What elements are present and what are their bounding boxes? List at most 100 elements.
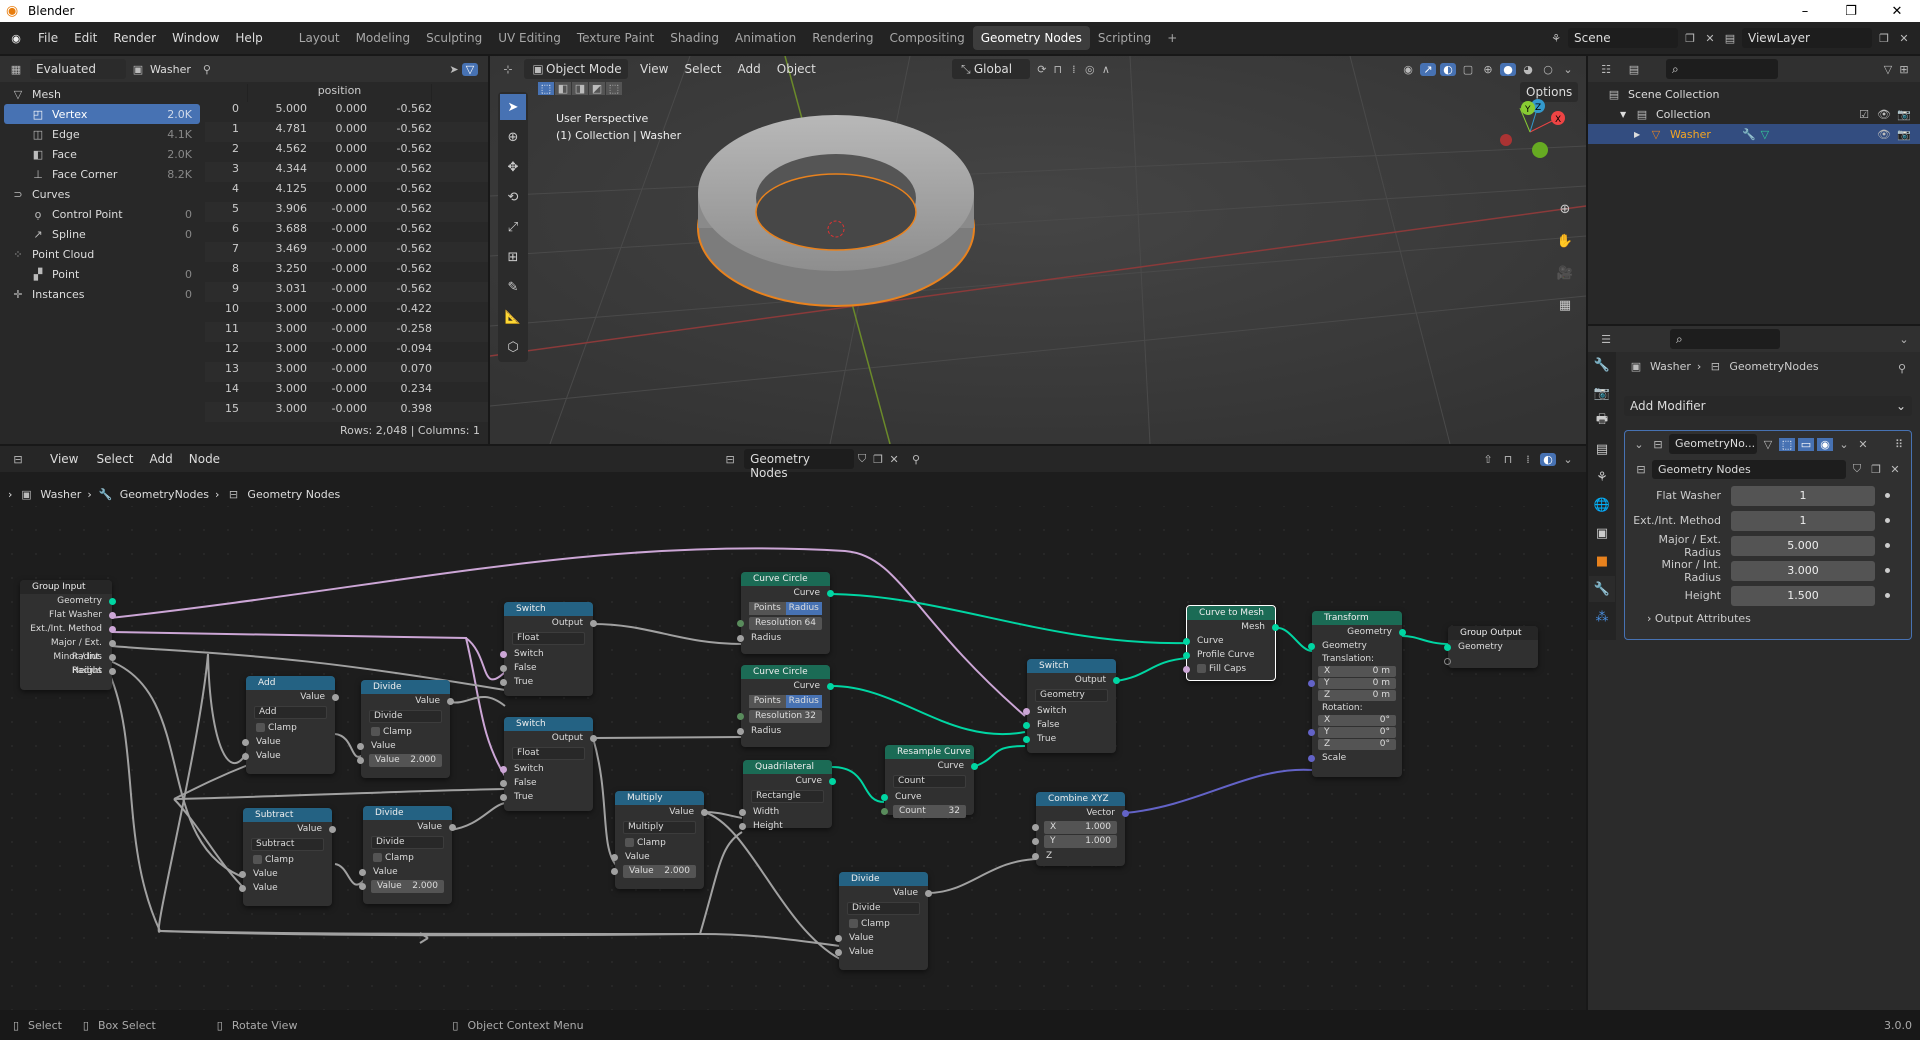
y-field[interactable]: Y 1.000 xyxy=(1032,835,1117,848)
properties-search-input[interactable]: ⌕ xyxy=(1670,329,1780,349)
integer-socket[interactable] xyxy=(737,620,744,627)
mode-radius-button[interactable]: Radius xyxy=(785,695,822,708)
selected-only-icon[interactable]: ➤ xyxy=(446,63,462,76)
gizmo-x-label[interactable]: X xyxy=(1555,115,1561,125)
blender-menu-icon[interactable]: ◉ xyxy=(8,32,24,45)
float-socket[interactable] xyxy=(500,780,507,787)
float-socket[interactable] xyxy=(359,883,366,890)
node-subtract[interactable]: Subtract Value Subtract Clamp Value Valu… xyxy=(239,808,336,906)
gizmo-toggle-icon[interactable]: ↗ xyxy=(1420,62,1436,76)
clamp-checkbox[interactable] xyxy=(256,723,265,732)
float-socket[interactable] xyxy=(357,743,364,750)
view-layer-tab-icon[interactable]: ▤ xyxy=(1589,436,1615,462)
geometry-socket[interactable] xyxy=(1272,624,1279,631)
resolution-field[interactable]: Resolution 32 xyxy=(737,710,822,723)
filter-icon[interactable]: ▽ xyxy=(462,62,478,76)
clamp-checkbox[interactable] xyxy=(625,838,634,847)
tab-modeling[interactable]: Modeling xyxy=(348,26,419,50)
viewport-menu-object[interactable]: Object xyxy=(769,62,824,76)
node-multiply[interactable]: Multiply Value Multiply Clamp Value Valu… xyxy=(611,791,708,889)
exclude-checkbox-icon[interactable]: ☑ xyxy=(1856,108,1872,121)
evaluation-mode-dropdown[interactable]: Evaluated xyxy=(30,59,126,79)
float-socket[interactable] xyxy=(239,885,246,892)
input-value-field[interactable]: 1 xyxy=(1731,510,1875,531)
float-socket[interactable] xyxy=(357,757,364,764)
float-socket[interactable] xyxy=(239,871,246,878)
tab-texture-paint[interactable]: Texture Paint xyxy=(569,26,662,50)
geometry-socket[interactable] xyxy=(827,590,834,597)
minimize-button[interactable]: – xyxy=(1782,4,1828,19)
vector-socket[interactable] xyxy=(1308,755,1315,762)
operation-dropdown[interactable]: Multiply xyxy=(623,821,696,834)
scale-tool-icon[interactable]: ⤢ xyxy=(500,214,526,240)
outliner-filter-icon[interactable]: ▽ xyxy=(1880,63,1896,76)
value-field[interactable]: Value 2.000 xyxy=(357,754,442,767)
pan-hand-icon[interactable]: ✋ xyxy=(1552,228,1578,254)
properties-editor-type-icon[interactable]: ☰ xyxy=(1598,333,1614,346)
geometry-socket[interactable] xyxy=(881,794,888,801)
rotation-x-field[interactable]: X 0° xyxy=(1318,715,1396,726)
input-value-field[interactable]: 3.000 xyxy=(1731,560,1875,581)
tab-sculpting[interactable]: Sculpting xyxy=(418,26,490,50)
float-socket[interactable] xyxy=(447,698,454,705)
node-curve-circle[interactable]: Curve Circle Curve Points Radius Resoluti… xyxy=(737,572,834,654)
domain-item-spline[interactable]: ↗ Spline 0 xyxy=(4,224,200,244)
tab-geometry-nodes[interactable]: Geometry Nodes xyxy=(972,26,1090,50)
snap-target-icon[interactable]: ⁞ xyxy=(1066,63,1082,76)
geometry-socket[interactable] xyxy=(109,598,116,605)
float-socket[interactable] xyxy=(449,824,456,831)
outliner-item-scene-collection[interactable]: ▤ Scene Collection xyxy=(1588,84,1920,104)
select-intersect-icon[interactable]: ⬚ xyxy=(606,82,622,95)
visibility-icon[interactable]: ◉ xyxy=(1400,63,1416,76)
eye-icon[interactable]: 👁 xyxy=(1876,128,1892,141)
measure-tool-icon[interactable]: 📐 xyxy=(500,304,526,330)
mode-dropdown[interactable]: Rectangle xyxy=(751,790,824,803)
snap-icon[interactable]: ⊓ xyxy=(1050,63,1066,76)
mode-dropdown[interactable]: Count xyxy=(893,775,966,788)
washer-mesh[interactable] xyxy=(697,115,975,307)
domain-item-point-cloud[interactable]: ⁘ Point Cloud xyxy=(4,244,200,264)
keyframe-dot-icon[interactable] xyxy=(1885,518,1890,523)
viewport-editor-type-icon[interactable]: ⊹ xyxy=(500,63,516,76)
outliner-editor-type-icon[interactable]: ☷ xyxy=(1598,63,1614,76)
domain-item-curves[interactable]: ⊃ Curves xyxy=(4,184,200,204)
expand-arrow-icon[interactable]: ▶ xyxy=(1634,130,1648,139)
domain-item-mesh[interactable]: ▽ Mesh xyxy=(4,84,200,104)
clamp-checkbox[interactable] xyxy=(373,853,382,862)
node-curve-circle[interactable]: Curve Circle Curve Points Radius Resoluti… xyxy=(737,665,834,747)
scene-tab-icon[interactable]: ⚘ xyxy=(1589,464,1615,490)
clamp-checkbox[interactable] xyxy=(253,855,262,864)
node-group-output[interactable]: Group Output Geometry xyxy=(1444,626,1538,668)
float-socket[interactable] xyxy=(925,890,932,897)
node-resample-curve[interactable]: Resample Curve Curve Count Curve Count 32 xyxy=(881,745,978,818)
mode-points-button[interactable]: Points xyxy=(749,695,786,708)
overlay-toggle-icon[interactable]: ◐ xyxy=(1440,62,1456,76)
node-editor[interactable]: ⊟ View Select Add Node ⊟ Geometry Nodes … xyxy=(0,446,1586,1010)
float-socket[interactable] xyxy=(359,869,366,876)
menu-file[interactable]: File xyxy=(30,31,66,45)
remove-modifier-icon[interactable]: ✕ xyxy=(1855,438,1871,451)
render-tab-icon[interactable]: 📷 xyxy=(1589,380,1615,406)
select-new-icon[interactable]: ⬚ xyxy=(538,82,554,95)
world-tab-icon[interactable]: 🌐 xyxy=(1589,492,1615,518)
keyframe-dot-icon[interactable] xyxy=(1885,568,1890,573)
tab-uv-editing[interactable]: UV Editing xyxy=(490,26,569,50)
gizmo-z-label[interactable]: Z xyxy=(1535,103,1541,113)
navigation-gizmo[interactable]: X Z Y xyxy=(1490,92,1570,172)
float-socket[interactable] xyxy=(109,640,116,647)
3d-viewport[interactable]: ⊹ ▣ Object Mode View Select Add Object ⤡ G… xyxy=(490,56,1586,444)
node-switch[interactable]: Switch Output Float Switch False True xyxy=(500,602,597,696)
view-layer-icon[interactable]: ▤ xyxy=(1722,32,1738,45)
float-socket[interactable] xyxy=(242,739,249,746)
mesh-data-icon[interactable]: ▽ xyxy=(1757,128,1773,141)
viewport-toggle-icon[interactable]: ▭ xyxy=(1798,437,1814,451)
render-toggle-icon[interactable]: ◉ xyxy=(1817,437,1833,451)
node-curve-to-mesh[interactable]: Curve to Mesh Mesh Curve Profile Curve F… xyxy=(1183,605,1279,681)
domain-item-face-corner[interactable]: ⊥ Face Corner 8.2K xyxy=(4,164,200,184)
tab-layout[interactable]: Layout xyxy=(291,26,348,50)
rotation-y-field[interactable]: Y 0° xyxy=(1308,727,1396,738)
boolean-socket[interactable] xyxy=(500,651,507,658)
geometry-socket[interactable] xyxy=(1023,736,1030,743)
tab-shading[interactable]: Shading xyxy=(662,26,727,50)
maximize-button[interactable]: ❐ xyxy=(1828,4,1874,19)
